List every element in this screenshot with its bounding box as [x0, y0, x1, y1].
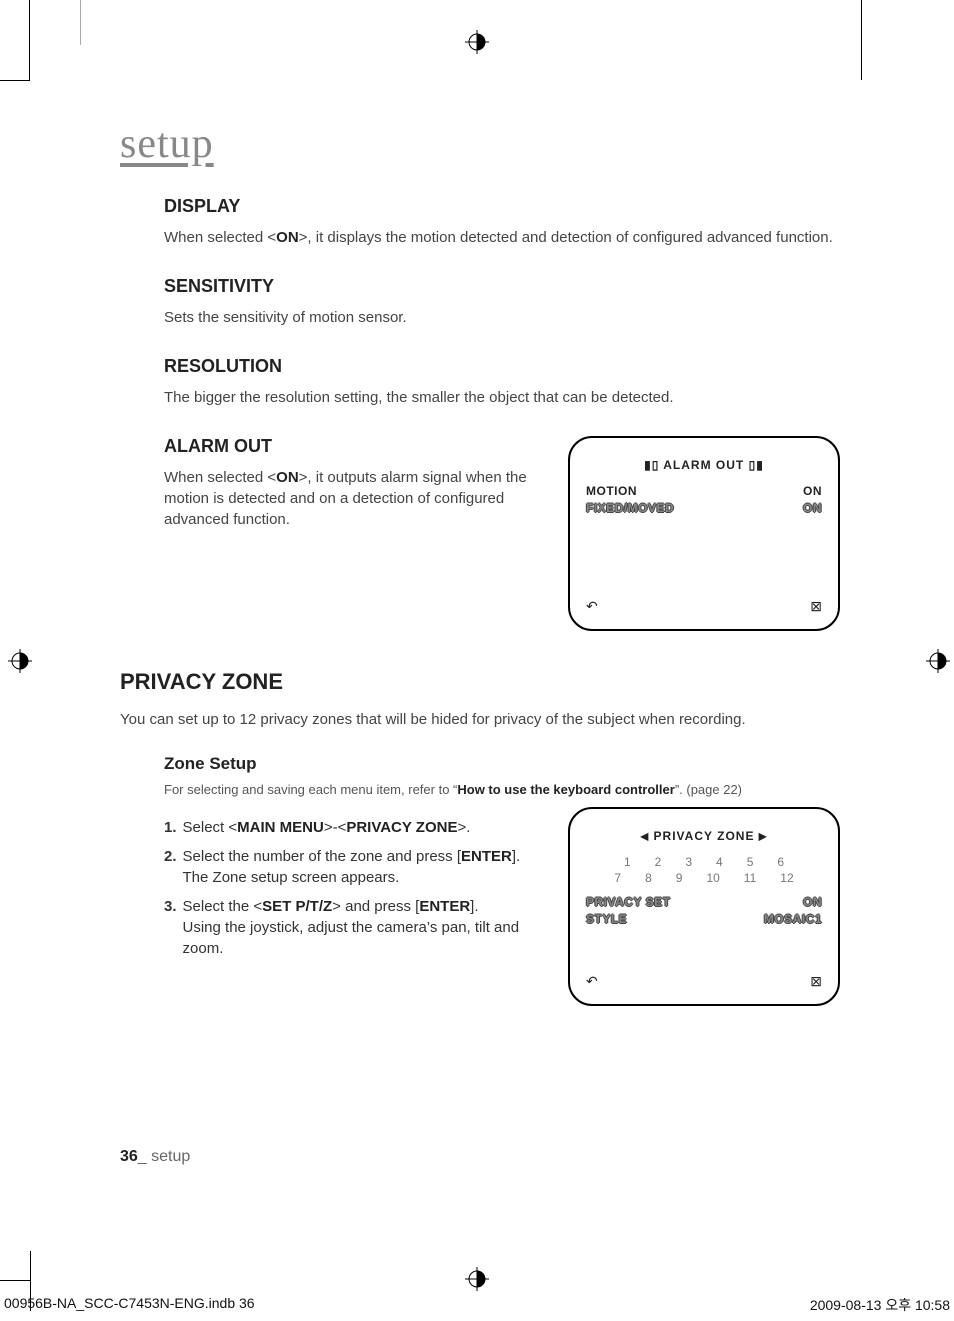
reference-note: For selecting and saving each menu item,… — [164, 782, 840, 797]
heading-resolution: RESOLUTION — [164, 356, 840, 377]
osd-value: ON — [803, 484, 822, 498]
back-icon: ↶ — [586, 598, 598, 615]
heading-alarm-out: ALARM OUT — [164, 436, 552, 457]
subsection-zone-setup: Zone Setup For selecting and saving each… — [164, 754, 840, 1006]
arrow-left-icon: ◀ — [641, 831, 650, 842]
registration-mark-icon — [465, 1267, 489, 1291]
crop-mark — [0, 0, 30, 80]
intro-privacy-zone: You can set up to 12 privacy zones that … — [120, 709, 840, 730]
close-icon: ⊠ — [810, 973, 822, 990]
section-display: DISPLAY When selected <ON>, it displays … — [164, 196, 840, 248]
slug-date: 2009-08-13 오후 10:58 — [810, 1295, 950, 1315]
zone-number: 12 — [780, 871, 793, 885]
osd-panel-alarm-out: ▮▯ ALARM OUT ▯▮ MOTION ON FIXED/MOVED ON… — [568, 436, 840, 631]
osd-title: ▮▯ ALARM OUT ▯▮ — [586, 458, 822, 472]
crop-mark — [0, 1280, 30, 1281]
osd-label: PRIVACY SET — [586, 895, 670, 909]
crop-mark — [80, 0, 81, 45]
zone-number-grid: 1 2 3 4 5 6 7 8 9 10 11 — [586, 855, 822, 885]
body-display: When selected <ON>, it displays the moti… — [164, 227, 840, 248]
osd-panel-privacy-zone: ◀ PRIVACY ZONE ▶ 1 2 3 4 5 6 — [568, 807, 840, 1006]
section-sensitivity: SENSITIVITY Sets the sensitivity of moti… — [164, 276, 840, 328]
registration-mark-icon — [926, 649, 950, 673]
zone-number: 9 — [676, 871, 683, 885]
print-slug: 00956B-NA_SCC-C7453N-ENG.indb 36 2009-08… — [0, 1295, 954, 1315]
osd-row-style: STYLE MOSAIC1 — [586, 912, 822, 926]
section-privacy-zone: PRIVACY ZONE You can set up to 12 privac… — [120, 669, 840, 1006]
osd-label: MOTION — [586, 484, 637, 498]
zone-number: 3 — [685, 855, 692, 869]
zone-number: 10 — [706, 871, 719, 885]
close-icon: ⊠ — [810, 598, 822, 615]
zone-number: 5 — [747, 855, 754, 869]
heading-privacy-zone: PRIVACY ZONE — [120, 669, 840, 695]
crop-mark — [861, 0, 862, 80]
body-sensitivity: Sets the sensitivity of motion sensor. — [164, 307, 840, 328]
step-1: 1. Select <MAIN MENU>-<PRIVACY ZONE>. — [164, 817, 524, 838]
osd-value: MOSAIC1 — [764, 912, 822, 926]
section-resolution: RESOLUTION The bigger the resolution set… — [164, 356, 840, 408]
page-footer: 36_ setup — [120, 1148, 190, 1166]
osd-title: ◀ PRIVACY ZONE ▶ — [586, 829, 822, 843]
registration-mark-icon — [8, 649, 32, 673]
step-3: 3. Select the <SET P/T/Z> and press [ENT… — [164, 896, 524, 959]
zone-number: 1 — [624, 855, 631, 869]
slug-file: 00956B-NA_SCC-C7453N-ENG.indb 36 — [4, 1295, 255, 1315]
osd-label: FIXED/MOVED — [586, 501, 674, 515]
zone-number: 4 — [716, 855, 723, 869]
osd-value: ON — [803, 895, 822, 909]
page-content: setup DISPLAY When selected <ON>, it dis… — [120, 120, 840, 1006]
osd-value: ON — [803, 501, 822, 515]
osd-row-fixed-moved: FIXED/MOVED ON — [586, 501, 822, 515]
step-2: 2. Select the number of the zone and pre… — [164, 846, 524, 888]
steps-list: 1. Select <MAIN MENU>-<PRIVACY ZONE>. 2.… — [164, 817, 524, 959]
zone-number: 2 — [655, 855, 662, 869]
section-alarm-out: ALARM OUT When selected <ON>, it outputs… — [164, 436, 840, 631]
osd-row-motion: MOTION ON — [586, 484, 822, 498]
zone-number: 7 — [614, 871, 621, 885]
body-resolution: The bigger the resolution setting, the s… — [164, 387, 840, 408]
osd-label: STYLE — [586, 912, 627, 926]
zone-number: 11 — [744, 871, 756, 885]
osd-row-privacy-set: PRIVACY SET ON — [586, 895, 822, 909]
arrow-right-icon: ▶ — [759, 831, 768, 842]
heading-zone-setup: Zone Setup — [164, 754, 840, 774]
body-alarm-out: When selected <ON>, it outputs alarm sig… — [164, 467, 552, 530]
zone-number: 8 — [645, 871, 652, 885]
chapter-title: setup — [120, 120, 840, 168]
heading-display: DISPLAY — [164, 196, 840, 217]
zone-number: 6 — [777, 855, 784, 869]
registration-mark-icon — [465, 30, 489, 54]
heading-sensitivity: SENSITIVITY — [164, 276, 840, 297]
page-number: 36 — [120, 1148, 138, 1165]
back-icon: ↶ — [586, 973, 598, 990]
